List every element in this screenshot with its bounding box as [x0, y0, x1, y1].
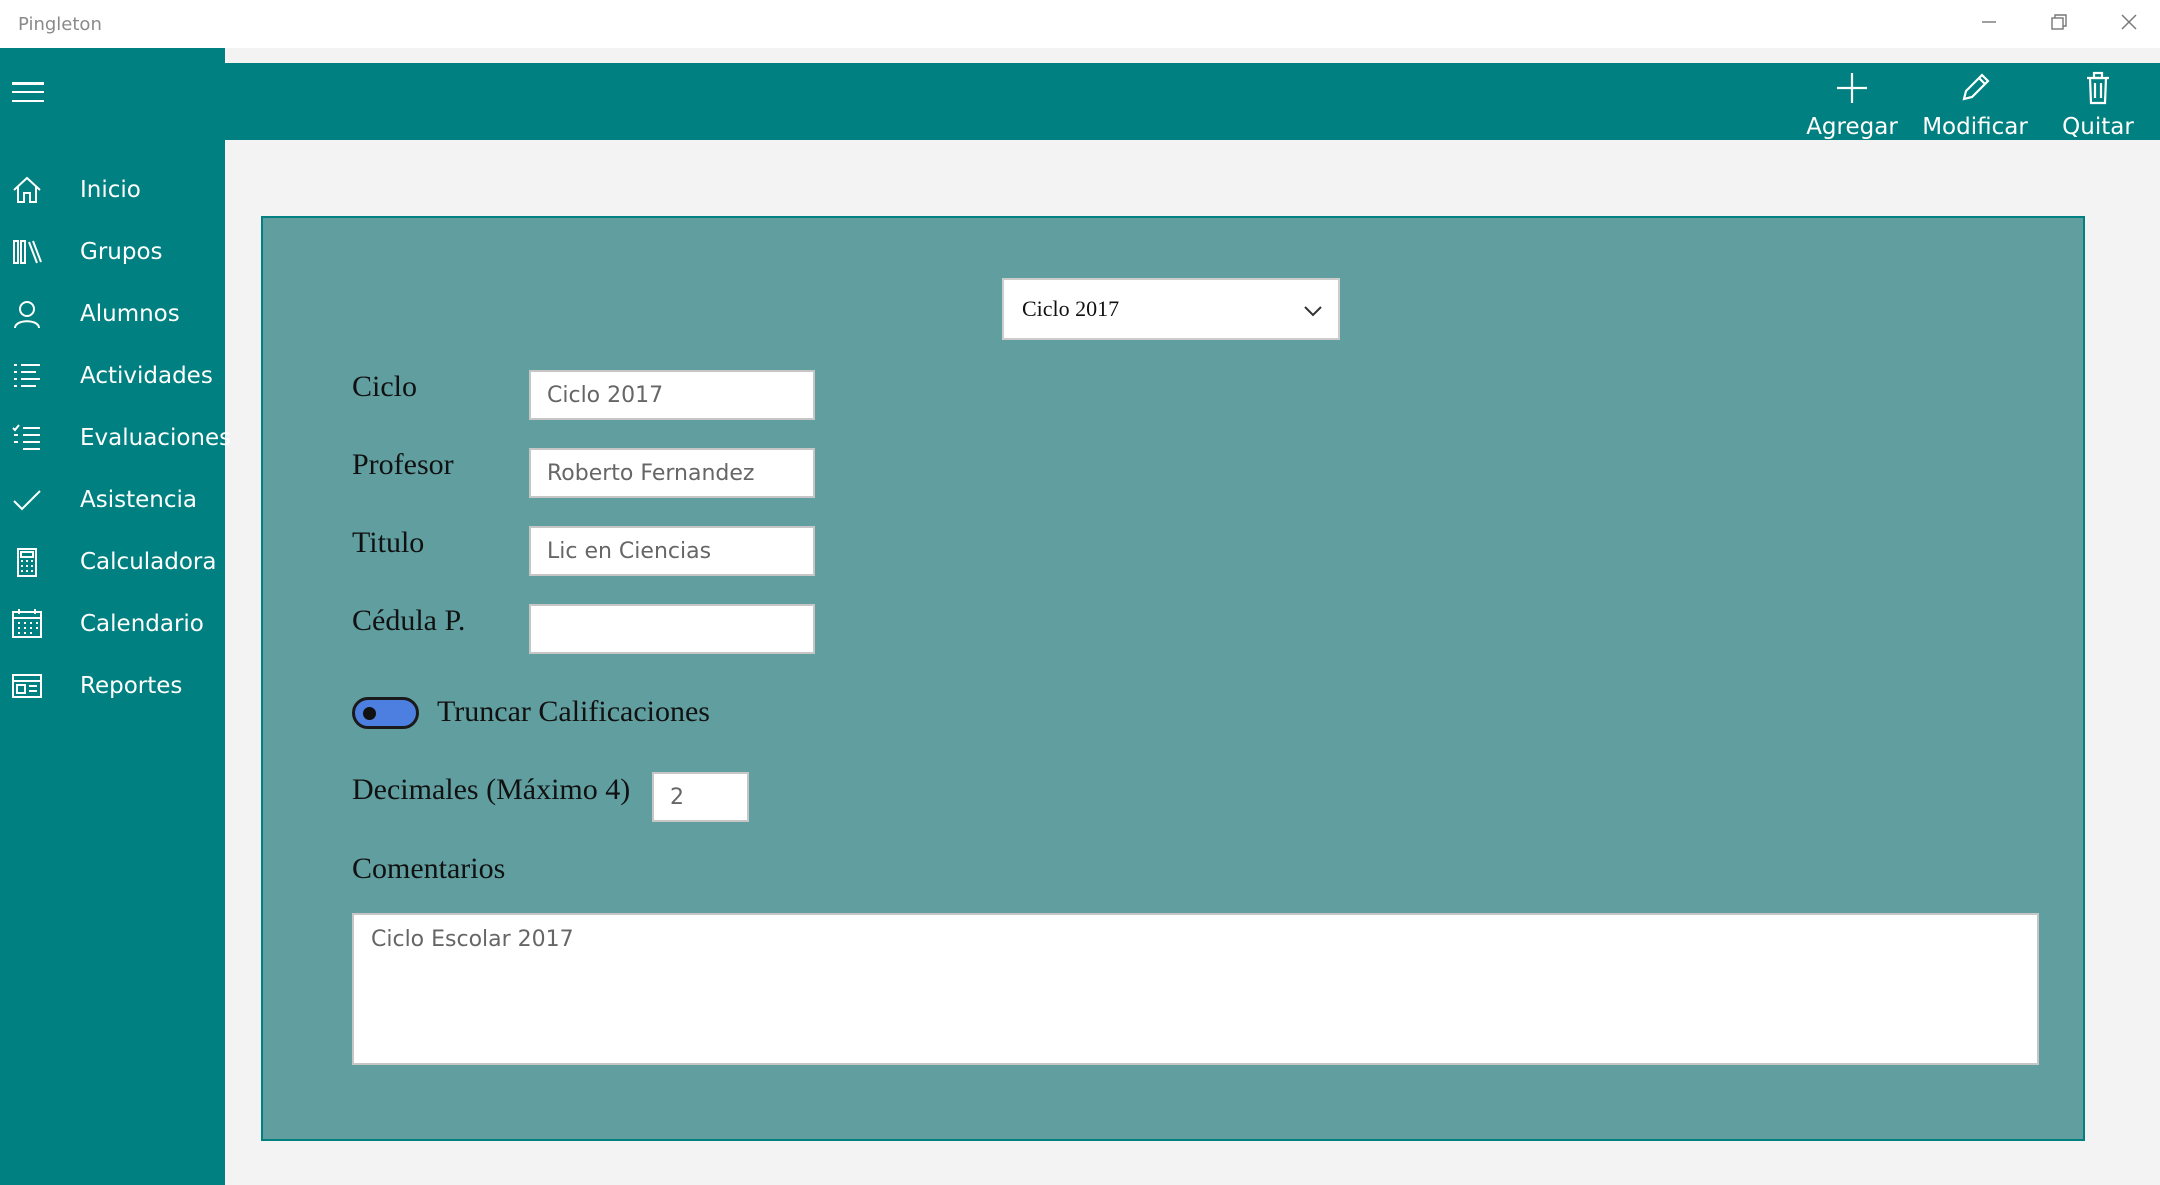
titulo-label: Titulo	[352, 526, 425, 559]
add-button[interactable]: Agregar	[1797, 63, 1907, 140]
sidebar-item-label: Actividades	[80, 363, 213, 389]
sidebar-item-reportes[interactable]: Reportes	[0, 658, 225, 714]
comentarios-textarea[interactable]: Ciclo Escolar 2017	[352, 913, 2039, 1065]
cedula-label: Cédula P.	[352, 604, 466, 637]
titulo-field[interactable]: Lic en Ciencias	[529, 526, 815, 576]
person-icon	[10, 297, 44, 331]
chevron-down-icon	[1302, 300, 1324, 327]
add-button-label: Agregar	[1806, 114, 1898, 140]
pencil-icon	[1958, 63, 1992, 110]
profesor-field[interactable]: Roberto Fernandez	[529, 448, 815, 498]
list-icon	[10, 359, 44, 393]
sidebar-item-evaluaciones[interactable]: Evaluaciones	[0, 410, 231, 466]
truncate-toggle[interactable]	[352, 697, 419, 729]
sidebar-item-calculadora[interactable]: Calculadora	[0, 534, 225, 590]
sidebar-item-label: Calculadora	[80, 549, 217, 575]
trash-icon	[2081, 63, 2115, 110]
cycle-selector-value: Ciclo 2017	[1022, 296, 1120, 321]
sidebar-item-label: Asistencia	[80, 487, 197, 513]
decimales-field[interactable]: 2	[652, 772, 749, 822]
sidebar-item-label: Evaluaciones	[80, 425, 232, 451]
truncate-label: Truncar Calificaciones	[437, 695, 710, 728]
sidebar-item-label: Inicio	[80, 177, 141, 203]
comentarios-label: Comentarios	[352, 852, 506, 885]
sidebar-item-label: Calendario	[80, 611, 204, 637]
hamburger-icon[interactable]	[12, 78, 44, 106]
report-icon	[10, 669, 44, 703]
decimales-label: Decimales (Máximo 4)	[352, 773, 631, 806]
profesor-label: Profesor	[352, 448, 454, 481]
command-bar: Agregar Modificar Quitar	[225, 63, 2160, 140]
sidebar-item-label: Alumnos	[80, 301, 180, 327]
ciclo-label: Ciclo	[352, 370, 417, 403]
edit-button[interactable]: Modificar	[1920, 63, 2030, 140]
edit-button-label: Modificar	[1922, 114, 2028, 140]
library-icon	[10, 235, 44, 269]
sidebar-item-asistencia[interactable]: Asistencia	[0, 472, 225, 528]
restore-icon	[2050, 13, 2068, 36]
home-icon	[10, 173, 44, 207]
sidebar-item-label: Grupos	[80, 239, 163, 265]
checklist-icon	[10, 421, 44, 455]
close-icon	[2120, 13, 2138, 36]
restore-button[interactable]	[2028, 0, 2090, 48]
title-bar: Pingleton	[0, 0, 2160, 48]
sidebar-item-calendario[interactable]: Calendario	[0, 596, 225, 652]
minimize-button[interactable]	[1958, 0, 2020, 48]
sidebar-item-label: Reportes	[80, 673, 183, 699]
delete-button[interactable]: Quitar	[2043, 63, 2153, 140]
cycle-selector[interactable]: Ciclo 2017	[1002, 278, 1340, 340]
sidebar: Inicio Grupos Alumnos Actividades Evalua…	[0, 48, 231, 1185]
plus-icon	[1835, 63, 1869, 110]
minimize-icon	[1980, 13, 1998, 36]
sidebar-item-grupos[interactable]: Grupos	[0, 224, 225, 280]
sidebar-item-alumnos[interactable]: Alumnos	[0, 286, 225, 342]
toggle-knob	[363, 707, 376, 720]
checkmark-icon	[10, 483, 44, 517]
cedula-field[interactable]	[529, 604, 815, 654]
calculator-icon	[10, 545, 44, 579]
sidebar-item-actividades[interactable]: Actividades	[0, 348, 225, 404]
app-title: Pingleton	[18, 14, 102, 35]
ciclo-field[interactable]: Ciclo 2017	[529, 370, 815, 420]
sidebar-item-inicio[interactable]: Inicio	[0, 162, 225, 218]
close-button[interactable]	[2098, 0, 2160, 48]
delete-button-label: Quitar	[2062, 114, 2134, 140]
calendar-icon	[10, 607, 44, 641]
